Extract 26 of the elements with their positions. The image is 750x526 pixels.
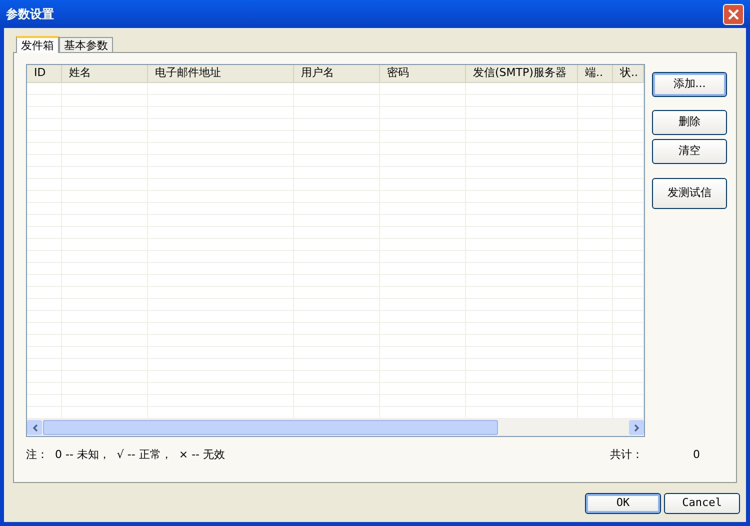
scroll-thumb[interactable] xyxy=(43,420,498,435)
column-header[interactable]: 状.. xyxy=(613,65,644,82)
scroll-left-button[interactable] xyxy=(27,420,42,435)
scroll-right-button[interactable] xyxy=(629,420,644,435)
column-header[interactable]: 端.. xyxy=(578,65,613,82)
action-button[interactable]: 添加... xyxy=(652,72,727,97)
dialog-button[interactable]: OK xyxy=(585,493,661,514)
horizontal-scrollbar[interactable] xyxy=(27,419,644,436)
window-title: 参数设置 xyxy=(6,6,54,23)
column-header[interactable]: 姓名 xyxy=(62,65,148,82)
column-header[interactable]: 发信(SMTP)服务器 xyxy=(466,65,578,82)
total-label: 共计： xyxy=(610,447,643,463)
column-header[interactable]: 用户名 xyxy=(294,65,380,82)
close-button[interactable] xyxy=(723,4,744,24)
action-button[interactable]: 发测试信 xyxy=(652,178,727,209)
total-value: 0 xyxy=(693,447,700,463)
action-button[interactable]: 清空 xyxy=(652,139,727,164)
column-header[interactable]: 电子邮件地址 xyxy=(148,65,294,82)
column-header[interactable]: 密码 xyxy=(380,65,466,82)
action-button[interactable]: 删除 xyxy=(652,110,727,135)
column-header[interactable]: ID xyxy=(27,65,62,82)
legend-note: 注： 0 -- 未知， √ -- 正常， × -- 无效 xyxy=(26,447,225,463)
tab[interactable]: 发件箱 xyxy=(16,36,59,53)
tab[interactable]: 基本参数 xyxy=(59,37,113,52)
close-icon xyxy=(728,8,739,20)
dialog-button[interactable]: Cancel xyxy=(664,493,740,514)
